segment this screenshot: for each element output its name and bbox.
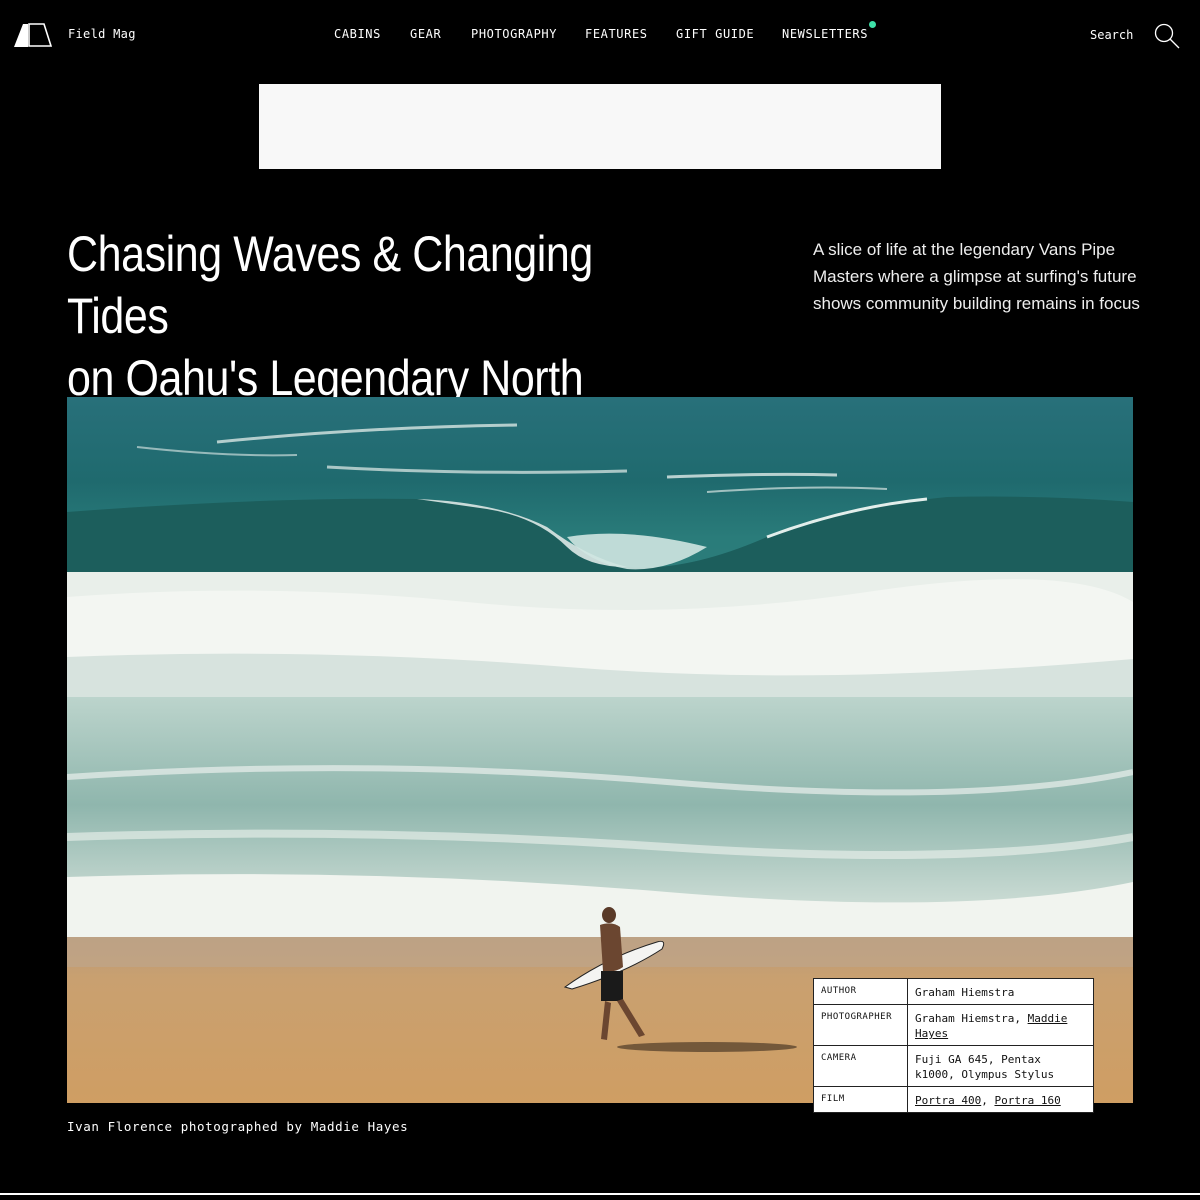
film-link-portra-160[interactable]: Portra 160	[994, 1094, 1060, 1107]
meta-photographer-value: Graham Hiemstra, Maddie Hayes	[907, 1004, 1094, 1046]
film-link-portra-400[interactable]: Portra 400	[915, 1094, 981, 1107]
nav-item-gear[interactable]: GEAR	[410, 27, 441, 41]
meta-film-value: Portra 400, Portra 160	[907, 1086, 1094, 1113]
nav-item-cabins[interactable]: CABINS	[334, 27, 381, 41]
new-indicator-dot	[869, 21, 876, 28]
meta-author-label: AUTHOR	[813, 978, 908, 1005]
nav-item-photography[interactable]: PHOTOGRAPHY	[471, 27, 557, 41]
nav-item-newsletters[interactable]: NEWSLETTERS	[782, 27, 868, 41]
title-line-1: Chasing Waves & Changing Tides	[67, 226, 593, 344]
ad-banner[interactable]	[259, 84, 941, 169]
search-icon[interactable]	[1154, 23, 1180, 49]
meta-author-value: Graham Hiemstra	[907, 978, 1094, 1005]
meta-row-film: FILM Portra 400, Portra 160	[813, 1086, 1094, 1113]
photo-caption: Ivan Florence photographed by Maddie Hay…	[67, 1119, 409, 1134]
photographer-plain: Graham Hiemstra,	[915, 1012, 1028, 1025]
meta-row-photographer: PHOTOGRAPHER Graham Hiemstra, Maddie Hay…	[813, 1004, 1094, 1046]
meta-camera-value: Fuji GA 645, Pentax k1000, Olympus Stylu…	[907, 1045, 1094, 1087]
site-header: Field Mag CABINS GEAR PHOTOGRAPHY FEATUR…	[0, 0, 1200, 70]
search-label[interactable]: Search	[1090, 28, 1133, 42]
nav-item-features[interactable]: FEATURES	[585, 27, 648, 41]
nav-item-gift-guide[interactable]: GIFT GUIDE	[676, 27, 754, 41]
meta-row-camera: CAMERA Fuji GA 645, Pentax k1000, Olympu…	[813, 1045, 1094, 1087]
meta-row-author: AUTHOR Graham Hiemstra	[813, 978, 1094, 1005]
meta-camera-label: CAMERA	[813, 1045, 908, 1087]
article-meta-table: AUTHOR Graham Hiemstra PHOTOGRAPHER Grah…	[813, 978, 1094, 1113]
film-separator: ,	[981, 1094, 995, 1107]
meta-photographer-label: PHOTOGRAPHER	[813, 1004, 908, 1046]
main-nav: CABINS GEAR PHOTOGRAPHY FEATURES GIFT GU…	[0, 27, 1200, 45]
article-dek: A slice of life at the legendary Vans Pi…	[813, 240, 1140, 313]
meta-film-label: FILM	[813, 1086, 908, 1113]
divider	[0, 1193, 1200, 1195]
